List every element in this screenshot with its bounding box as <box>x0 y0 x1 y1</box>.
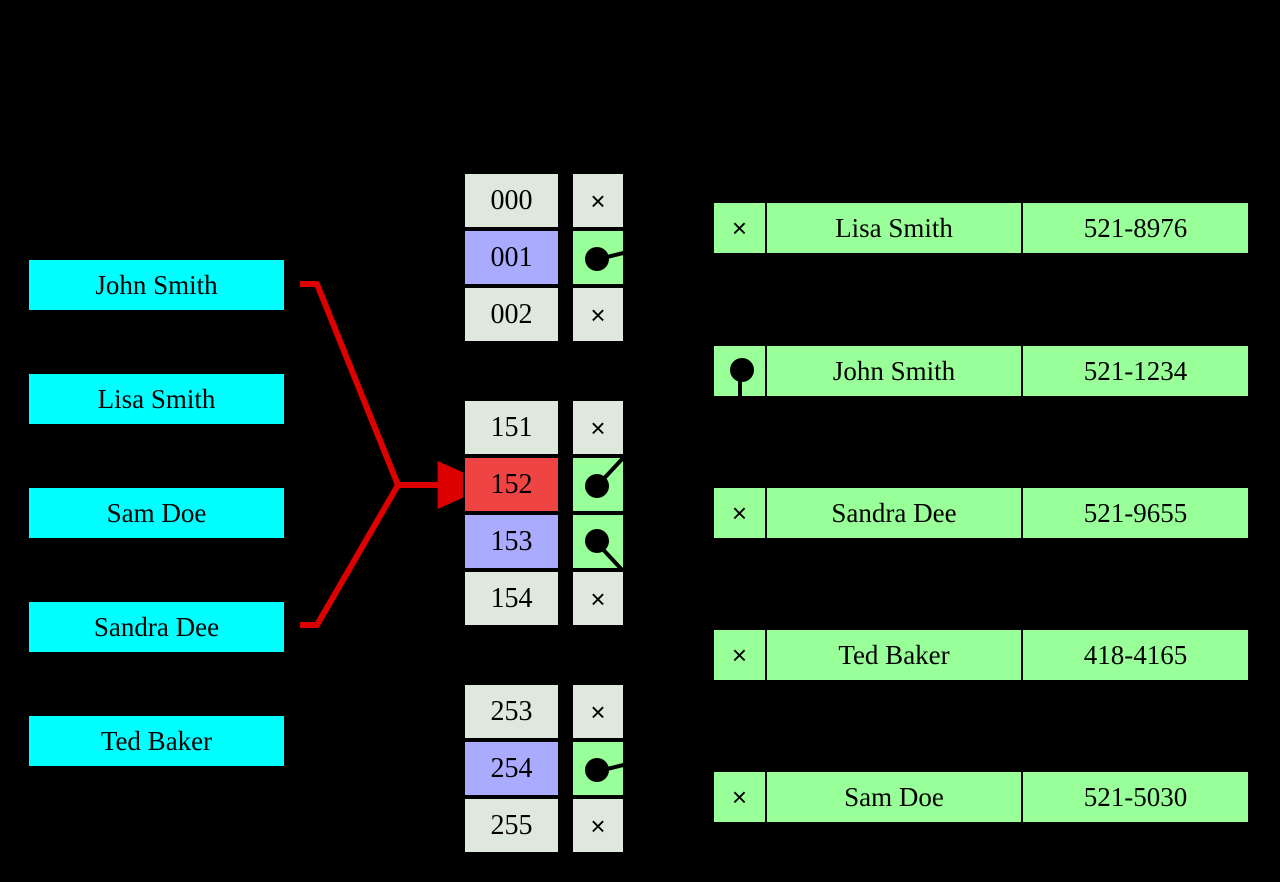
record-name-cell: John Smith <box>767 344 1023 398</box>
null-pointer-icon: × <box>590 185 606 216</box>
record-phone-label: 418-4165 <box>1083 639 1188 670</box>
record-phone-cell: 418-4165 <box>1023 628 1250 682</box>
bucket-index-cell[interactable]: 152 <box>463 456 560 513</box>
bucket-index-cell[interactable]: 154 <box>463 570 560 627</box>
bucket-pointer-cell[interactable]: × <box>571 570 625 627</box>
key-box[interactable]: Ted Baker <box>28 715 285 767</box>
arrow-john-smith-to-152 <box>300 281 401 487</box>
key-box[interactable]: Sandra Dee <box>28 601 285 653</box>
pointer-tail-icon <box>595 541 623 568</box>
bucket-index-label: 001 <box>490 241 533 273</box>
record-row[interactable]: John Smith 521-1234 <box>712 344 1250 398</box>
bucket-pointer-cell[interactable] <box>571 740 625 797</box>
bucket-index-cell[interactable]: 153 <box>463 513 560 570</box>
bucket-index-label: 002 <box>490 298 533 330</box>
record-next-pointer-cell[interactable] <box>712 344 767 398</box>
bucket-pointer-cell[interactable]: × <box>571 683 625 740</box>
bucket-index-label: 253 <box>490 695 533 727</box>
bucket-index-label: 254 <box>490 752 533 784</box>
record-phone-label: 521-5030 <box>1083 781 1188 812</box>
record-phone-label: 521-9655 <box>1083 497 1188 528</box>
key-label: Lisa Smith <box>97 383 216 414</box>
record-phone-cell: 521-1234 <box>1023 344 1250 398</box>
record-name-label: Sandra Dee <box>831 497 957 528</box>
bucket-index-cell[interactable]: 253 <box>463 683 560 740</box>
null-pointer-icon: × <box>590 583 606 614</box>
key-label: John Smith <box>95 269 218 300</box>
record-phone-cell: 521-5030 <box>1023 770 1250 824</box>
bucket-index-cell[interactable]: 151 <box>463 399 560 456</box>
bucket-index-cell[interactable]: 001 <box>463 229 560 286</box>
pointer-tail-icon <box>595 458 623 488</box>
record-name-cell: Sandra Dee <box>767 486 1023 540</box>
record-name-label: Sam Doe <box>844 781 944 812</box>
null-pointer-icon: × <box>731 782 748 812</box>
record-name-cell: Sam Doe <box>767 770 1023 824</box>
record-row[interactable]: × Ted Baker 418-4165 <box>712 628 1250 682</box>
null-pointer-icon: × <box>590 299 606 330</box>
bucket-index-cell[interactable]: 255 <box>463 797 560 854</box>
null-pointer-icon: × <box>731 498 748 528</box>
key-label: Sandra Dee <box>93 611 220 642</box>
record-next-pointer-cell[interactable]: × <box>712 628 767 682</box>
record-row[interactable]: × Lisa Smith 521-8976 <box>712 201 1250 255</box>
record-phone-label: 521-8976 <box>1083 212 1188 243</box>
arrow-sandra-dee-to-152 <box>300 483 401 628</box>
bucket-pointer-cell[interactable]: × <box>571 399 625 456</box>
bucket-pointer-cell[interactable]: × <box>571 797 625 854</box>
bucket-index-label: 000 <box>490 184 533 216</box>
record-name-cell: Lisa Smith <box>767 201 1023 255</box>
key-label: Sam Doe <box>106 497 207 528</box>
bucket-pointer-cell[interactable] <box>571 456 625 513</box>
pointer-dot-icon <box>730 358 754 382</box>
key-box[interactable]: John Smith <box>28 259 285 311</box>
bucket-index-label: 151 <box>490 411 533 443</box>
bucket-index-cell[interactable]: 254 <box>463 740 560 797</box>
record-next-pointer-cell[interactable]: × <box>712 486 767 540</box>
bucket-index-label: 255 <box>490 809 533 841</box>
hash-table-diagram: John Smith Lisa Smith Sam Doe Sandra Dee… <box>0 0 1280 882</box>
bucket-index-label: 153 <box>490 525 533 557</box>
bucket-index-label: 152 <box>490 468 533 500</box>
bucket-pointer-cell[interactable]: × <box>571 172 625 229</box>
record-phone-cell: 521-8976 <box>1023 201 1250 255</box>
bucket-index-label: 154 <box>490 582 533 614</box>
record-phone-cell: 521-9655 <box>1023 486 1250 540</box>
record-name-label: Ted Baker <box>838 639 950 670</box>
null-pointer-icon: × <box>590 412 606 443</box>
bucket-index-cell[interactable]: 002 <box>463 286 560 343</box>
null-pointer-icon: × <box>731 640 748 670</box>
key-box[interactable]: Lisa Smith <box>28 373 285 425</box>
bucket-index-cell[interactable]: 000 <box>463 172 560 229</box>
bucket-pointer-cell[interactable]: × <box>571 286 625 343</box>
bucket-pointer-cell[interactable] <box>571 229 625 286</box>
null-pointer-icon: × <box>590 696 606 727</box>
key-box[interactable]: Sam Doe <box>28 487 285 539</box>
record-name-label: Lisa Smith <box>835 212 953 243</box>
record-name-cell: Ted Baker <box>767 628 1023 682</box>
record-next-pointer-cell[interactable]: × <box>712 770 767 824</box>
bucket-pointer-cell[interactable] <box>571 513 625 570</box>
record-next-pointer-cell[interactable]: × <box>712 201 767 255</box>
null-pointer-icon: × <box>731 213 748 243</box>
null-pointer-icon: × <box>590 810 606 841</box>
record-phone-label: 521-1234 <box>1083 355 1188 386</box>
pointer-tail-icon <box>738 374 742 396</box>
record-row[interactable]: × Sam Doe 521-5030 <box>712 770 1250 824</box>
record-name-label: John Smith <box>832 355 956 386</box>
key-label: Ted Baker <box>100 725 213 756</box>
record-row[interactable]: × Sandra Dee 521-9655 <box>712 486 1250 540</box>
